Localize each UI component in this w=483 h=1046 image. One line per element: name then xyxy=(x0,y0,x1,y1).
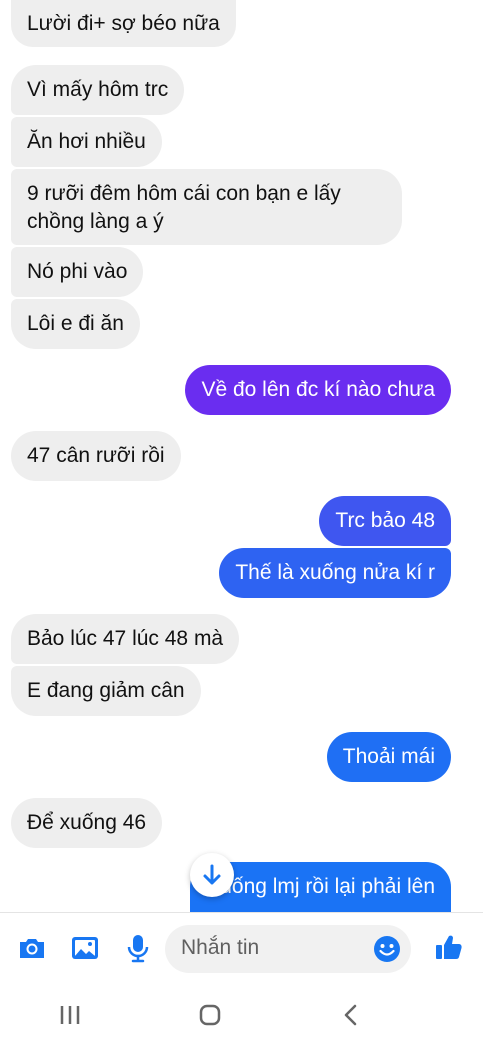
like-button[interactable] xyxy=(434,932,464,962)
like-icon xyxy=(436,935,462,959)
message-incoming[interactable]: Lôi e đi ăn xyxy=(11,299,140,349)
image-icon xyxy=(72,937,98,959)
message-outgoing[interactable]: Trc bảo 48 xyxy=(319,496,451,546)
message-input[interactable]: Nhắn tin xyxy=(165,925,411,973)
voice-button[interactable] xyxy=(123,933,153,963)
home-icon xyxy=(199,1004,221,1026)
chat-screen: Lười đi+ sợ béo nữa Vì mấy hôm trc Ăn hơ… xyxy=(0,0,483,1046)
message-input-placeholder: Nhắn tin xyxy=(181,936,260,959)
message-outgoing[interactable]: Về đo lên đc kí nào chưa xyxy=(185,365,451,415)
gallery-button[interactable] xyxy=(70,933,100,963)
message-incoming[interactable]: Bảo lúc 47 lúc 48 mà xyxy=(11,614,240,664)
message-incoming[interactable]: Vì mấy hôm trc xyxy=(11,65,185,115)
home-button[interactable] xyxy=(195,1000,225,1030)
back-icon xyxy=(344,1004,357,1026)
emoji-button[interactable] xyxy=(373,935,401,963)
microphone-icon xyxy=(127,935,149,963)
message-incoming[interactable]: Lười đi+ sợ béo nữa xyxy=(11,0,236,47)
camera-icon xyxy=(20,939,44,958)
message-incoming[interactable]: E đang giảm cân xyxy=(11,666,201,716)
message-incoming[interactable]: 9 rưỡi đêm hôm cái con bạn e lấy chồng l… xyxy=(11,169,402,245)
scroll-down-button[interactable] xyxy=(190,853,234,897)
recent-apps-button[interactable] xyxy=(55,1000,85,1030)
emoji-icon xyxy=(374,936,400,962)
system-navigation-bar xyxy=(0,984,483,1046)
message-incoming[interactable]: Nó phi vào xyxy=(11,247,144,297)
back-button[interactable] xyxy=(336,1000,366,1030)
composer-bar: Nhắn tin xyxy=(0,912,483,985)
message-outgoing[interactable]: Thế là xuống nửa kí r xyxy=(219,548,451,598)
message-outgoing[interactable]: Thoải mái xyxy=(326,732,451,782)
camera-button[interactable] xyxy=(17,933,47,963)
message-incoming[interactable]: Để xuống 46 xyxy=(11,798,163,848)
message-incoming[interactable]: 47 cân rưỡi rồi xyxy=(11,431,181,481)
arrow-down-icon xyxy=(203,864,221,885)
message-incoming[interactable]: Ăn hơi nhiều xyxy=(11,117,162,167)
recent-apps-icon xyxy=(60,1006,80,1024)
